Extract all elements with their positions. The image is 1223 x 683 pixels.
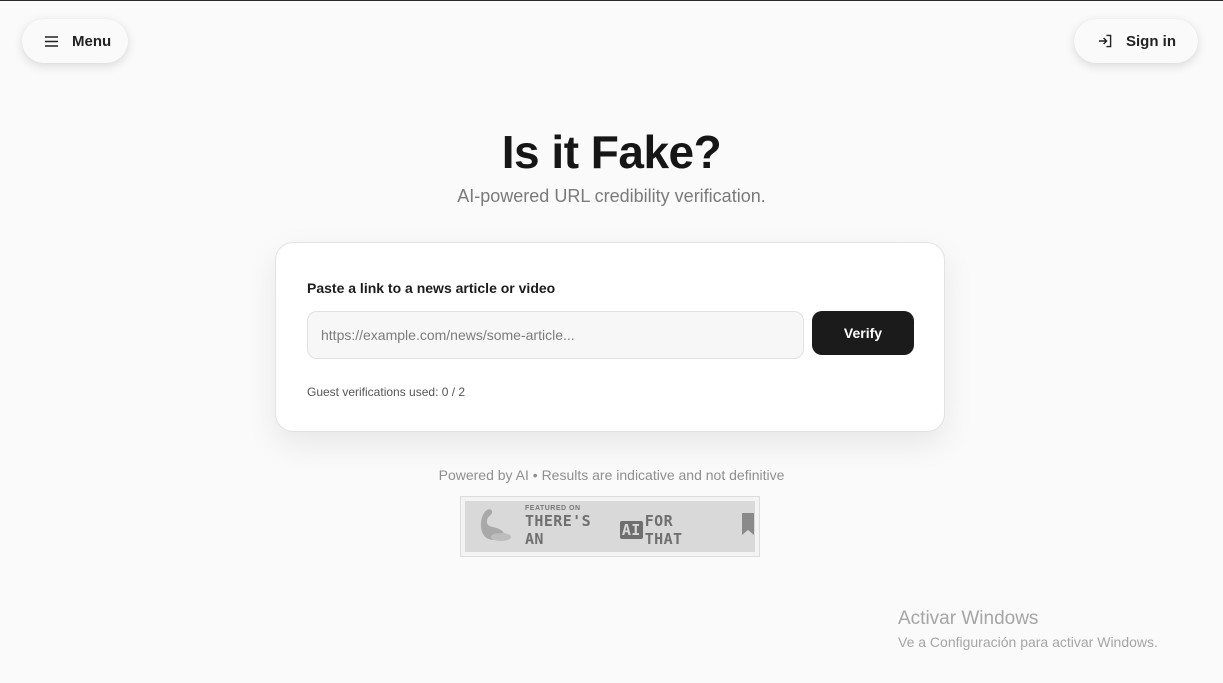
hamburger-icon [44,34,58,48]
badge-title-ai: AI [619,521,643,539]
menu-label: Menu [72,32,112,50]
featured-badge-link[interactable]: FEATURED ON THERE'S AN AI FOR THAT [460,496,760,557]
featured-badge: FEATURED ON THERE'S AN AI FOR THAT [465,501,755,552]
sign-in-button[interactable]: Sign in [1074,19,1198,63]
verify-button[interactable]: Verify [812,311,914,355]
guest-usage-counter: Guest verifications used: 0 / 2 [307,385,466,399]
robot-arm-icon [475,504,515,549]
page-title: Is it Fake? [501,126,722,178]
url-input[interactable] [307,311,804,359]
badge-featured-text: FEATURED ON [525,505,581,512]
badge-title-part-1: THERE'S AN [525,512,592,548]
page-subtitle: AI-powered URL credibility verification. [457,186,766,206]
bookmark-icon [741,512,755,541]
watermark-subtitle: Ve a Configuración para activar Windows. [898,634,1158,650]
page: Menu Sign in Is it Fake? AI-powered URL … [0,0,1223,683]
verify-card: Paste a link to a news article or video … [275,242,945,432]
watermark-title: Activar Windows [898,608,1039,629]
disclaimer-text: Powered by AI • Results are indicative a… [438,467,785,483]
url-input-label: Paste a link to a news article or video [307,280,556,296]
badge-title: THERE'S AN AI FOR THAT [525,512,719,548]
login-arrow-icon [1098,34,1112,48]
sign-in-label: Sign in [1126,32,1176,50]
windows-activation-watermark: Activar Windows Ve a Configuración para … [898,608,1158,650]
menu-button[interactable]: Menu [22,19,128,63]
badge-title-part-2: FOR THAT [644,512,683,548]
